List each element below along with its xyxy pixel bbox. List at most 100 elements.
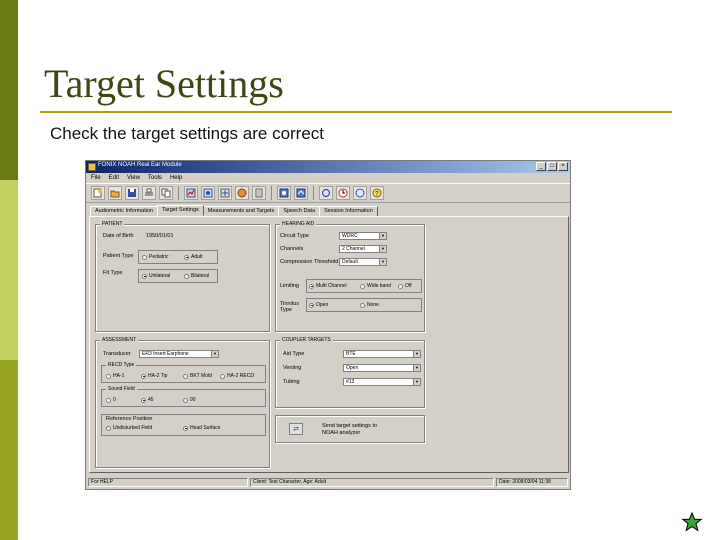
send-targets-text-2: NOAH analyzer: [322, 430, 361, 436]
sound-field-45[interactable]: 45: [141, 397, 154, 403]
speaker-icon[interactable]: [235, 186, 249, 200]
target-icon[interactable]: [201, 186, 215, 200]
tinnitus-open[interactable]: Open: [309, 302, 328, 308]
tubing-label: Tubing: [283, 379, 300, 385]
venting-select[interactable]: Open ▼: [343, 364, 421, 372]
limiting-off[interactable]: Off: [398, 283, 412, 289]
menu-view[interactable]: View: [127, 173, 140, 183]
ref-undisturbed-field[interactable]: Undisturbed Field: [106, 425, 152, 431]
sync-icon[interactable]: [353, 186, 367, 200]
chart-left-icon[interactable]: [277, 186, 291, 200]
app-icon: [88, 163, 96, 171]
chart-right-icon[interactable]: [294, 186, 308, 200]
status-client: Client: Test Character, Age: Adult: [250, 478, 494, 487]
send-icon: ⇄: [293, 426, 299, 433]
tab-target-settings[interactable]: Target Settings: [157, 205, 204, 216]
menu-help[interactable]: Help: [170, 173, 182, 183]
menu-bar: File Edit View Tools Help: [86, 173, 570, 183]
patient-type-pediatric[interactable]: Pediatric: [142, 254, 168, 260]
document-icon[interactable]: [252, 186, 266, 200]
title-rule: [40, 111, 672, 113]
transducer-label: Transducer: [103, 351, 131, 357]
recd-bkt-mold[interactable]: BKT Mold: [183, 373, 212, 379]
coupler-targets-group-label: COUPLER TARGETS: [280, 337, 333, 343]
limiting-multi-channel[interactable]: Multi Channel: [309, 283, 347, 289]
tubing-select[interactable]: #13 ▼: [343, 378, 421, 386]
tab-measurements-and-targets[interactable]: Measurements and Targets: [202, 206, 280, 216]
chevron-down-icon: ▼: [413, 365, 420, 371]
status-bar: For HELP Client: Test Character, Age: Ad…: [86, 477, 570, 488]
tab-audiometric-information[interactable]: Audiometric Information: [90, 206, 159, 216]
recd-type-label: RECD Type: [106, 362, 137, 368]
dob-label: Date of Birth: [103, 233, 134, 239]
slide-side-bar-middle: [0, 180, 18, 360]
save-icon[interactable]: [125, 186, 139, 200]
reference-position-label: Reference Position: [106, 416, 153, 422]
menu-tools[interactable]: Tools: [148, 173, 162, 183]
chevron-down-icon: ▼: [413, 351, 420, 357]
limiting-label: Limiting: [280, 283, 299, 289]
limiting-wide-band[interactable]: Wide band: [360, 283, 391, 289]
measurement-icon[interactable]: [184, 186, 198, 200]
minimize-button[interactable]: _: [536, 162, 546, 171]
help-icon[interactable]: ?: [370, 186, 384, 200]
app-window: FONIX NOAH Real Ear Module _ □ × File Ed…: [85, 160, 571, 490]
slide-title: Target Settings: [44, 61, 284, 106]
assessment-group: ASSESSMENT Transducer ER3 Insert Earphon…: [95, 337, 270, 468]
settings-icon[interactable]: [218, 186, 232, 200]
hearing-aid-group: HEARING AID Circuit Type WDRC ▼ Channels …: [275, 221, 425, 332]
toolbar-separator: [178, 186, 179, 200]
chevron-down-icon: ▼: [413, 379, 420, 385]
close-button[interactable]: ×: [558, 162, 568, 171]
ref-head-surface[interactable]: Head Surface: [183, 425, 221, 431]
chevron-down-icon: ▼: [379, 246, 386, 252]
star-icon[interactable]: [682, 512, 702, 532]
tab-session-information[interactable]: Session Information: [319, 206, 378, 216]
channels-label: Channels: [280, 246, 304, 252]
recd-ha2-tip[interactable]: HA-2 Tip: [141, 373, 167, 379]
window-titlebar[interactable]: FONIX NOAH Real Ear Module _ □ ×: [86, 161, 570, 173]
tab-speech-data[interactable]: Speech Data: [278, 206, 321, 216]
patient-group-label: PATIENT: [100, 221, 125, 227]
menu-file[interactable]: File: [91, 173, 101, 183]
menu-edit[interactable]: Edit: [109, 173, 119, 183]
sound-field-label: Sound Field: [106, 386, 137, 392]
print-icon[interactable]: [142, 186, 156, 200]
patient-type-adult[interactable]: Adult: [184, 254, 202, 260]
maximize-button[interactable]: □: [547, 162, 557, 171]
send-targets-button[interactable]: ⇄: [289, 423, 303, 435]
copy-icon[interactable]: [159, 186, 173, 200]
slide-side-bar-top: [0, 0, 18, 180]
aid-type-select[interactable]: BTE ▼: [343, 350, 421, 358]
channels-select[interactable]: 2 Channel ▼: [339, 245, 387, 253]
toolbar-separator: [271, 186, 272, 200]
toolbar: ?: [86, 183, 570, 203]
compression-select[interactable]: Default ▼: [339, 258, 387, 266]
chevron-down-icon: ▼: [211, 351, 218, 357]
clock-icon[interactable]: [336, 186, 350, 200]
tab-strip: Audiometric Information Target Settings …: [90, 205, 378, 216]
fit-type-label: Fit Type: [103, 270, 123, 276]
fit-type-unilateral[interactable]: Unilateral: [142, 273, 170, 279]
toolbar-separator: [313, 186, 314, 200]
tinnitus-none[interactable]: None: [360, 302, 379, 308]
status-help: For HELP: [88, 478, 248, 487]
sound-field-90[interactable]: 90: [183, 397, 196, 403]
window-title: FONIX NOAH Real Ear Module: [98, 162, 182, 168]
slide-side-bar-bottom: [0, 360, 18, 540]
open-folder-icon[interactable]: [108, 186, 122, 200]
patient-group: PATIENT Date of Birth 1950/01/01 Patient…: [95, 221, 270, 332]
sound-field-0[interactable]: 0: [106, 397, 116, 403]
status-date: Date: 2008/03/04 11:38: [496, 478, 568, 487]
transducer-select[interactable]: ER3 Insert Earphone ▼: [139, 350, 219, 358]
circuit-type-select[interactable]: WDRC ▼: [339, 232, 387, 240]
recd-ha2-recd[interactable]: HA-2 RECD: [220, 373, 254, 379]
fit-type-bilateral[interactable]: Bilateral: [184, 273, 209, 279]
chevron-down-icon: ▼: [379, 259, 386, 265]
recd-ha1[interactable]: HA-1: [106, 373, 124, 379]
send-targets-text-1: Send target settings to: [322, 423, 378, 429]
new-icon[interactable]: [91, 186, 105, 200]
patient-type-label: Patient Type: [103, 253, 134, 259]
circuit-type-label: Circuit Type: [280, 233, 309, 239]
refresh-icon[interactable]: [319, 186, 333, 200]
